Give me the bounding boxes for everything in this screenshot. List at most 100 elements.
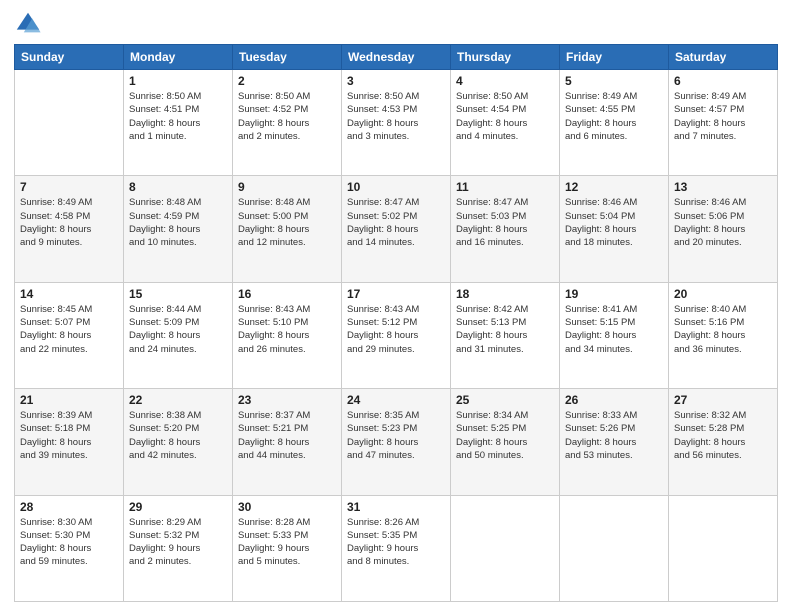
day-info: Sunrise: 8:34 AM Sunset: 5:25 PM Dayligh…	[456, 409, 554, 462]
calendar-cell: 25 Sunrise: 8:34 AM Sunset: 5:25 PM Dayli…	[451, 389, 560, 495]
day-info: Sunrise: 8:38 AM Sunset: 5:20 PM Dayligh…	[129, 409, 227, 462]
calendar-cell: 28Sunrise: 8:30 AM Sunset: 5:30 PM Dayli…	[15, 495, 124, 601]
calendar-cell: 4 Sunrise: 8:50 AM Sunset: 4:54 PM Daylig…	[451, 70, 560, 176]
day-info: Sunrise: 8:50 AM Sunset: 4:54 PM Dayligh…	[456, 90, 554, 143]
week-row-3: 21 Sunrise: 8:39 AM Sunset: 5:18 PM Dayli…	[15, 389, 778, 495]
day-info: Sunrise: 8:45 AM Sunset: 5:07 PM Dayligh…	[20, 303, 118, 356]
day-info: Sunrise: 8:50 AM Sunset: 4:53 PM Dayligh…	[347, 90, 445, 143]
calendar-cell: 9Sunrise: 8:48 AM Sunset: 5:00 PM Daylig…	[233, 176, 342, 282]
day-number: 16	[238, 287, 336, 301]
day-info: Sunrise: 8:32 AM Sunset: 5:28 PM Dayligh…	[674, 409, 772, 462]
weekday-sunday: Sunday	[15, 45, 124, 70]
calendar-cell: 31 Sunrise: 8:26 AM Sunset: 5:35 PM Dayli…	[342, 495, 451, 601]
week-row-1: 7 Sunrise: 8:49 AM Sunset: 4:58 PM Daylig…	[15, 176, 778, 282]
day-info: Sunrise: 8:33 AM Sunset: 5:26 PM Dayligh…	[565, 409, 663, 462]
calendar-cell: 8Sunrise: 8:48 AM Sunset: 4:59 PM Daylig…	[124, 176, 233, 282]
calendar-cell: 29 Sunrise: 8:29 AM Sunset: 5:32 PM Dayli…	[124, 495, 233, 601]
header	[14, 10, 778, 38]
day-number: 4	[456, 74, 554, 88]
day-number: 9	[238, 180, 336, 194]
calendar-cell: 2 Sunrise: 8:50 AM Sunset: 4:52 PM Daylig…	[233, 70, 342, 176]
calendar-cell: 7 Sunrise: 8:49 AM Sunset: 4:58 PM Daylig…	[15, 176, 124, 282]
day-info: Sunrise: 8:49 AM Sunset: 4:55 PM Dayligh…	[565, 90, 663, 143]
day-info: Sunrise: 8:46 AM Sunset: 5:06 PM Dayligh…	[674, 196, 772, 249]
day-number: 26	[565, 393, 663, 407]
calendar-cell: 5 Sunrise: 8:49 AM Sunset: 4:55 PM Daylig…	[560, 70, 669, 176]
day-number: 25	[456, 393, 554, 407]
day-info: Sunrise: 8:50 AM Sunset: 4:52 PM Dayligh…	[238, 90, 336, 143]
day-number: 22	[129, 393, 227, 407]
calendar-cell: 12 Sunrise: 8:46 AM Sunset: 5:04 PM Dayli…	[560, 176, 669, 282]
day-number: 24	[347, 393, 445, 407]
calendar-cell: 11 Sunrise: 8:47 AM Sunset: 5:03 PM Dayli…	[451, 176, 560, 282]
day-info: Sunrise: 8:47 AM Sunset: 5:03 PM Dayligh…	[456, 196, 554, 249]
day-number: 27	[674, 393, 772, 407]
day-number: 15	[129, 287, 227, 301]
weekday-saturday: Saturday	[669, 45, 778, 70]
calendar-cell	[15, 70, 124, 176]
day-number: 2	[238, 74, 336, 88]
day-number: 23	[238, 393, 336, 407]
calendar-cell: 23 Sunrise: 8:37 AM Sunset: 5:21 PM Dayli…	[233, 389, 342, 495]
calendar-cell: 21 Sunrise: 8:39 AM Sunset: 5:18 PM Dayli…	[15, 389, 124, 495]
day-info: Sunrise: 8:41 AM Sunset: 5:15 PM Dayligh…	[565, 303, 663, 356]
day-info: Sunrise: 8:37 AM Sunset: 5:21 PM Dayligh…	[238, 409, 336, 462]
page: SundayMondayTuesdayWednesdayThursdayFrid…	[0, 0, 792, 612]
day-number: 12	[565, 180, 663, 194]
day-number: 28	[20, 500, 118, 514]
calendar-cell: 18 Sunrise: 8:42 AM Sunset: 5:13 PM Dayli…	[451, 282, 560, 388]
day-info: Sunrise: 8:35 AM Sunset: 5:23 PM Dayligh…	[347, 409, 445, 462]
logo	[14, 10, 46, 38]
day-info: Sunrise: 8:44 AM Sunset: 5:09 PM Dayligh…	[129, 303, 227, 356]
day-info: Sunrise: 8:50 AM Sunset: 4:51 PM Dayligh…	[129, 90, 227, 143]
day-number: 21	[20, 393, 118, 407]
day-number: 18	[456, 287, 554, 301]
day-number: 5	[565, 74, 663, 88]
day-number: 8	[129, 180, 227, 194]
day-number: 17	[347, 287, 445, 301]
calendar-cell	[560, 495, 669, 601]
calendar-cell: 22 Sunrise: 8:38 AM Sunset: 5:20 PM Dayli…	[124, 389, 233, 495]
weekday-thursday: Thursday	[451, 45, 560, 70]
logo-icon	[14, 10, 42, 38]
weekday-header-row: SundayMondayTuesdayWednesdayThursdayFrid…	[15, 45, 778, 70]
day-number: 1	[129, 74, 227, 88]
day-info: Sunrise: 8:26 AM Sunset: 5:35 PM Dayligh…	[347, 516, 445, 569]
day-info: Sunrise: 8:40 AM Sunset: 5:16 PM Dayligh…	[674, 303, 772, 356]
weekday-wednesday: Wednesday	[342, 45, 451, 70]
day-number: 13	[674, 180, 772, 194]
calendar-cell: 10Sunrise: 8:47 AM Sunset: 5:02 PM Dayli…	[342, 176, 451, 282]
calendar-cell: 19Sunrise: 8:41 AM Sunset: 5:15 PM Dayli…	[560, 282, 669, 388]
day-number: 30	[238, 500, 336, 514]
week-row-0: 1 Sunrise: 8:50 AM Sunset: 4:51 PM Daylig…	[15, 70, 778, 176]
calendar-cell: 13 Sunrise: 8:46 AM Sunset: 5:06 PM Dayli…	[669, 176, 778, 282]
day-info: Sunrise: 8:42 AM Sunset: 5:13 PM Dayligh…	[456, 303, 554, 356]
day-number: 3	[347, 74, 445, 88]
day-info: Sunrise: 8:29 AM Sunset: 5:32 PM Dayligh…	[129, 516, 227, 569]
calendar-table: SundayMondayTuesdayWednesdayThursdayFrid…	[14, 44, 778, 602]
calendar-cell: 15 Sunrise: 8:44 AM Sunset: 5:09 PM Dayli…	[124, 282, 233, 388]
calendar-cell: 6 Sunrise: 8:49 AM Sunset: 4:57 PM Daylig…	[669, 70, 778, 176]
calendar-cell: 27 Sunrise: 8:32 AM Sunset: 5:28 PM Dayli…	[669, 389, 778, 495]
day-info: Sunrise: 8:47 AM Sunset: 5:02 PM Dayligh…	[347, 196, 445, 249]
week-row-2: 14 Sunrise: 8:45 AM Sunset: 5:07 PM Dayli…	[15, 282, 778, 388]
day-info: Sunrise: 8:49 AM Sunset: 4:57 PM Dayligh…	[674, 90, 772, 143]
weekday-tuesday: Tuesday	[233, 45, 342, 70]
day-info: Sunrise: 8:43 AM Sunset: 5:10 PM Dayligh…	[238, 303, 336, 356]
day-number: 6	[674, 74, 772, 88]
day-number: 11	[456, 180, 554, 194]
day-number: 14	[20, 287, 118, 301]
calendar-cell: 20Sunrise: 8:40 AM Sunset: 5:16 PM Dayli…	[669, 282, 778, 388]
day-info: Sunrise: 8:49 AM Sunset: 4:58 PM Dayligh…	[20, 196, 118, 249]
calendar-cell: 14 Sunrise: 8:45 AM Sunset: 5:07 PM Dayli…	[15, 282, 124, 388]
calendar-cell	[669, 495, 778, 601]
day-info: Sunrise: 8:46 AM Sunset: 5:04 PM Dayligh…	[565, 196, 663, 249]
calendar-cell: 3 Sunrise: 8:50 AM Sunset: 4:53 PM Daylig…	[342, 70, 451, 176]
day-number: 29	[129, 500, 227, 514]
weekday-friday: Friday	[560, 45, 669, 70]
day-number: 7	[20, 180, 118, 194]
day-number: 31	[347, 500, 445, 514]
day-info: Sunrise: 8:39 AM Sunset: 5:18 PM Dayligh…	[20, 409, 118, 462]
calendar-cell: 24 Sunrise: 8:35 AM Sunset: 5:23 PM Dayli…	[342, 389, 451, 495]
week-row-4: 28Sunrise: 8:30 AM Sunset: 5:30 PM Dayli…	[15, 495, 778, 601]
